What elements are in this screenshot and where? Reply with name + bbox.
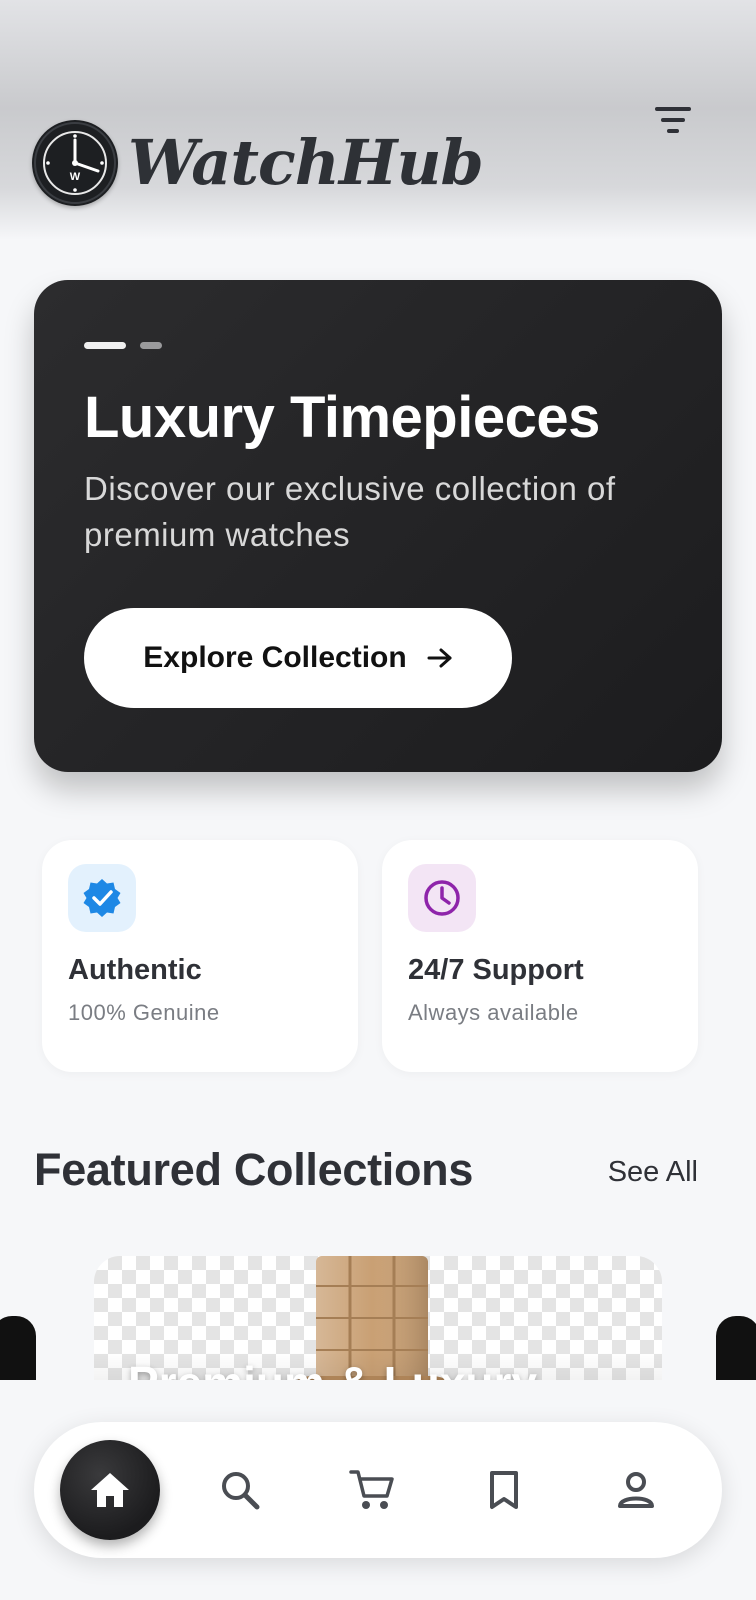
- search-icon: [222, 1472, 260, 1510]
- bookmark-icon: [490, 1471, 518, 1509]
- section-title: Featured Collections: [34, 1144, 474, 1195]
- filter-button[interactable]: [650, 102, 696, 138]
- profile-icon: [618, 1472, 654, 1508]
- feature-subtitle: Always available: [408, 1000, 579, 1025]
- arrow-right-icon: [427, 648, 452, 668]
- see-all-link[interactable]: See All: [608, 1156, 698, 1189]
- cart-icon: [349, 1470, 394, 1509]
- feature-card-authentic: Authentic 100% Genuine: [42, 840, 358, 1072]
- feature-card-support: 24/7 Support Always available: [382, 840, 698, 1072]
- app-screen: W WatchHub Luxury Timepieces Discover ou…: [0, 0, 756, 1600]
- carousel-pager: [84, 342, 162, 349]
- brand-name: WatchHub: [128, 126, 484, 199]
- hero-subtitle: Discover our exclusive collection of pre…: [84, 470, 616, 553]
- hero-banner: Luxury Timepieces Discover our exclusive…: [34, 280, 722, 772]
- collection-card[interactable]: Premium & Luxury: [94, 1256, 662, 1380]
- collection-card-peek[interactable]: [0, 1316, 36, 1380]
- nav-cart[interactable]: [322, 1440, 422, 1540]
- feature-title: Authentic: [68, 954, 202, 986]
- clock-icon: [408, 864, 476, 932]
- logo-letter: W: [70, 171, 81, 183]
- feature-subtitle: 100% Genuine: [68, 1000, 220, 1025]
- nav-search[interactable]: [190, 1440, 290, 1540]
- watch-logo-icon: W: [32, 120, 118, 206]
- pager-dot-active[interactable]: [84, 342, 126, 349]
- filter-icon: [655, 107, 691, 133]
- bottom-nav: [34, 1422, 722, 1558]
- home-icon: [91, 1473, 129, 1507]
- hero-title: Luxury Timepieces: [84, 385, 600, 450]
- nav-profile[interactable]: [586, 1440, 686, 1540]
- collection-card-peek[interactable]: [716, 1316, 756, 1380]
- header: W WatchHub: [0, 0, 756, 240]
- brand[interactable]: W WatchHub: [32, 120, 484, 206]
- nav-bookmark[interactable]: [454, 1440, 554, 1540]
- explore-collection-label: Explore Collection: [143, 641, 407, 674]
- collection-title: Premium & Luxury: [128, 1356, 537, 1380]
- collections-carousel[interactable]: Premium & Luxury: [0, 1250, 756, 1380]
- verified-badge-icon: [68, 864, 136, 932]
- nav-home[interactable]: [60, 1440, 160, 1540]
- pager-dot[interactable]: [140, 342, 162, 349]
- explore-collection-button[interactable]: Explore Collection: [84, 608, 512, 708]
- feature-title: 24/7 Support: [408, 954, 584, 986]
